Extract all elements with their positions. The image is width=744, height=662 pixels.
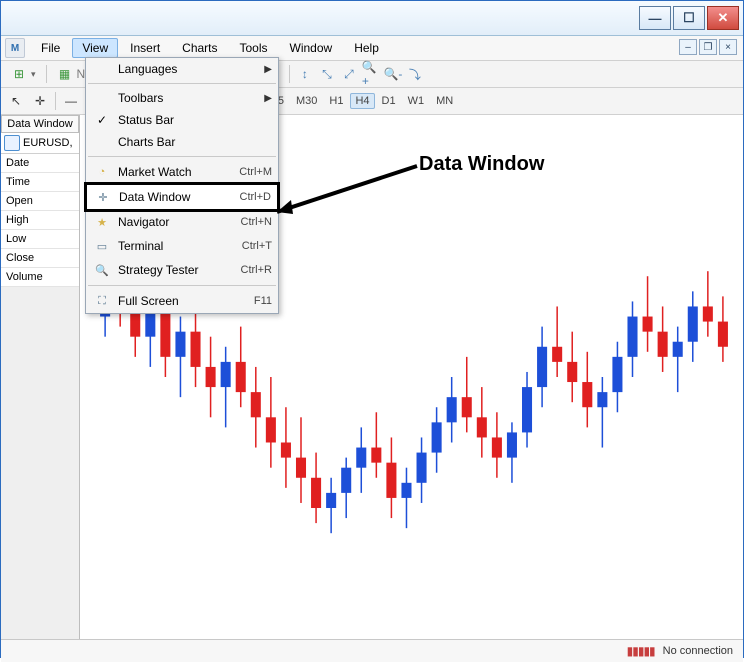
connection-icon: ▮▮▮▮▮: [627, 644, 655, 658]
separator: [88, 83, 276, 84]
fullscreen-icon: ⛶: [94, 293, 110, 309]
chart-tool-2[interactable]: ⤢: [340, 65, 358, 83]
statusbar: ▮▮▮▮▮ No connection: [1, 639, 743, 662]
data-row-low: Low: [1, 230, 79, 249]
chart-tool-1[interactable]: ⤡: [318, 65, 336, 83]
menu-label: Strategy Tester: [118, 263, 233, 277]
timeframe-m30[interactable]: M30: [291, 93, 322, 109]
data-row-high: High: [1, 211, 79, 230]
titlebar: — ☐ ✕: [1, 1, 743, 36]
menu-label: Market Watch: [118, 165, 231, 179]
shortcut-label: Ctrl+D: [240, 191, 271, 203]
plus-icon: ⊞: [11, 66, 27, 82]
view-menu-dropdown: Languages ▶ Toolbars ▶ ✓ Status Bar Char…: [85, 57, 279, 314]
menu-strategy-tester[interactable]: 🔍 Strategy Tester Ctrl+R: [86, 258, 278, 282]
timeframe-h4[interactable]: H4: [350, 93, 374, 109]
data-row-volume: Volume: [1, 268, 79, 287]
menu-status-bar[interactable]: ✓ Status Bar: [86, 109, 278, 131]
shortcut-label: F11: [254, 295, 272, 307]
win-close-button[interactable]: ✕: [707, 6, 739, 30]
data-row-date: Date: [1, 154, 79, 173]
new-order-icon: ▦: [57, 66, 73, 82]
menu-insert[interactable]: Insert: [120, 38, 170, 58]
cursor-tool[interactable]: ↖: [7, 92, 25, 110]
menu-languages[interactable]: Languages ▶: [86, 58, 278, 80]
data-row-time: Time: [1, 173, 79, 192]
chart-tool-4[interactable]: 🔍-: [384, 65, 402, 83]
chart-tool-5[interactable]: ⤵: [406, 65, 424, 83]
menu-view[interactable]: View: [72, 38, 118, 58]
menu-help[interactable]: Help: [344, 38, 389, 58]
win-minimize-button[interactable]: —: [639, 6, 671, 30]
check-icon: ✓: [94, 113, 110, 127]
mdi-minimize-button[interactable]: –: [679, 39, 697, 55]
menu-label: Charts Bar: [118, 135, 272, 149]
menu-data-window[interactable]: ✛ Data Window Ctrl+D: [84, 182, 280, 212]
line-tool-0[interactable]: —: [62, 92, 80, 110]
shortcut-label: Ctrl+N: [241, 216, 272, 228]
data-row-open: Open: [1, 192, 79, 211]
separator: [88, 156, 276, 157]
menu-toolbars[interactable]: Toolbars ▶: [86, 87, 278, 109]
menu-navigator[interactable]: ★ Navigator Ctrl+N: [86, 210, 278, 234]
connection-status: No connection: [663, 645, 733, 657]
separator: [46, 65, 47, 83]
menu-full-screen[interactable]: ⛶ Full Screen F11: [86, 289, 278, 313]
menu-tools[interactable]: Tools: [230, 38, 278, 58]
new-chart-button[interactable]: ⊞▾: [7, 64, 40, 84]
annotation-arrow: [277, 156, 427, 226]
data-window-symbol: EURUSD,: [1, 133, 79, 154]
mdi-restore-button[interactable]: ❐: [699, 39, 717, 55]
shortcut-label: Ctrl+M: [239, 166, 272, 178]
menu-label: Languages: [118, 62, 256, 76]
chevron-right-icon: ▶: [264, 93, 272, 104]
timeframe-w1[interactable]: W1: [403, 93, 430, 109]
menu-label: Full Screen: [118, 294, 246, 308]
menu-terminal[interactable]: ▭ Terminal Ctrl+T: [86, 234, 278, 258]
menu-charts[interactable]: Charts: [172, 38, 227, 58]
separator: [289, 65, 290, 83]
menu-label: Data Window: [119, 190, 232, 204]
terminal-icon: ▭: [94, 238, 110, 254]
chevron-right-icon: ▶: [264, 64, 272, 75]
shortcut-label: Ctrl+T: [242, 240, 272, 252]
market-watch-icon: ◔: [94, 164, 110, 180]
menu-charts-bar[interactable]: Charts Bar: [86, 131, 278, 153]
timeframe-d1[interactable]: D1: [377, 93, 401, 109]
annotation-text: Data Window: [419, 153, 544, 176]
separator: [88, 285, 276, 286]
chart-icon: [4, 135, 20, 151]
magnifier-icon: 🔍: [94, 262, 110, 278]
menu-label: Toolbars: [118, 91, 256, 105]
chart-tool-0[interactable]: ↕: [296, 65, 314, 83]
chart-tool-3[interactable]: 🔍+: [362, 65, 380, 83]
application-window: — ☐ ✕ M FileViewInsertChartsToolsWindowH…: [0, 0, 744, 658]
separator: [55, 92, 56, 110]
menu-label: Status Bar: [118, 113, 272, 127]
mdi-close-button[interactable]: ×: [719, 39, 737, 55]
data-row-close: Close: [1, 249, 79, 268]
timeframe-mn[interactable]: MN: [431, 93, 458, 109]
timeframe-h1[interactable]: H1: [324, 93, 348, 109]
symbol-label: EURUSD,: [23, 137, 73, 149]
navigator-icon: ★: [94, 214, 110, 230]
crosshair-tool[interactable]: ✛: [31, 92, 49, 110]
win-maximize-button[interactable]: ☐: [673, 6, 705, 30]
shortcut-label: Ctrl+R: [241, 264, 272, 276]
crosshair-icon: ✛: [95, 189, 111, 205]
menu-market-watch[interactable]: ◔ Market Watch Ctrl+M: [86, 160, 278, 184]
data-window-panel: Data Window EURUSD, DateTimeOpenHighLowC…: [1, 115, 80, 639]
app-icon: M: [5, 38, 25, 58]
menu-label: Terminal: [118, 239, 234, 253]
menu-file[interactable]: File: [31, 38, 70, 58]
menu-window[interactable]: Window: [280, 38, 343, 58]
data-window-tab[interactable]: Data Window: [1, 115, 79, 133]
menu-label: Navigator: [118, 215, 233, 229]
